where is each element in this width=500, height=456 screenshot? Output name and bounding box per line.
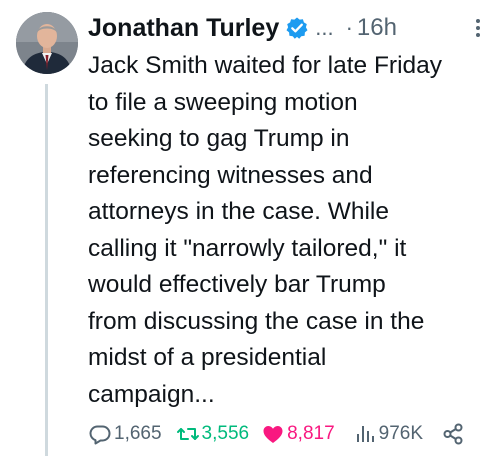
- tweet-text-line: referencing witnesses and: [88, 161, 373, 189]
- action-bar: 1,665 3,556 8,817 976K: [88, 418, 488, 450]
- tweet-text-line: from discussing the case in the: [88, 307, 425, 335]
- share-icon: [443, 423, 463, 445]
- verified-badge-icon: [285, 16, 309, 40]
- views-button[interactable]: 976K: [353, 422, 423, 446]
- tweet-header: Jonathan Turley ... · 16h: [88, 6, 488, 50]
- tweet-text-line: attorneys in the case. While: [88, 198, 389, 225]
- tweet-text-line: seeking to gag Trump in: [88, 125, 350, 152]
- reply-button[interactable]: 1,665: [88, 422, 162, 446]
- tweet-text-line: campaign...: [88, 380, 215, 408]
- share-button[interactable]: [441, 422, 465, 446]
- repost-icon: [176, 428, 199, 440]
- tweet-text: Jack Smith waited for late Friday to fil…: [88, 48, 488, 413]
- separator-dot: ·: [345, 15, 353, 40]
- tweet-text-line: midst of a presidential: [88, 344, 327, 371]
- author-name[interactable]: Jonathan Turley: [88, 14, 279, 43]
- timestamp[interactable]: 16h: [357, 14, 397, 42]
- views-icon: [356, 426, 374, 442]
- name-truncation: ...: [315, 15, 334, 40]
- tweet-text-line: calling it "narrowly tailored," it: [88, 234, 407, 262]
- reply-icon: [89, 425, 111, 445]
- repost-count: 3,556: [201, 423, 250, 444]
- repost-button[interactable]: 3,556: [176, 422, 250, 446]
- tweet-text-line: would effectively bar Trump: [88, 271, 386, 298]
- tweet[interactable]: Jonathan Turley ... · 16h Jack Smith wai…: [0, 0, 500, 456]
- thread-line: [45, 84, 48, 456]
- like-count: 8,817: [287, 423, 335, 444]
- like-icon: [263, 426, 283, 443]
- more-options-icon[interactable]: [470, 14, 486, 42]
- tweet-text-line: Jack Smith waited for late Friday: [88, 52, 443, 79]
- views-count: 976K: [378, 423, 424, 444]
- reply-count: 1,665: [114, 423, 162, 444]
- avatar[interactable]: [16, 12, 78, 74]
- tweet-text-line: to file a sweeping motion: [88, 88, 358, 116]
- like-button[interactable]: 8,817: [261, 422, 335, 446]
